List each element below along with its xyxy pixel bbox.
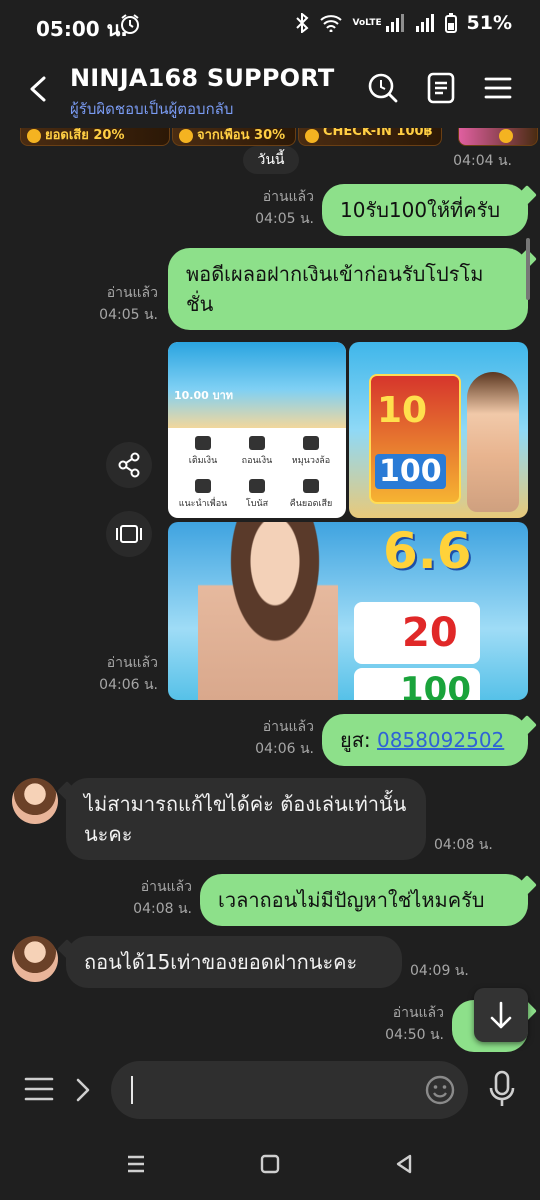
promo-box: 100 bbox=[354, 668, 480, 700]
battery-level: 51% bbox=[466, 12, 512, 34]
promo-banner[interactable]: จากเพื่อน 30% bbox=[172, 128, 296, 146]
outgoing-message[interactable]: พอดีเผลอฝากเงินเข้าก่อนรับโปรโมชั่น bbox=[168, 248, 528, 330]
search-icon[interactable] bbox=[365, 70, 401, 106]
scroll-down-button[interactable] bbox=[474, 988, 528, 1042]
chat-area[interactable]: ยอดเสีย 20% จากเพื่อน 30% CHECK-IN 100฿ … bbox=[0, 128, 540, 1052]
image-menu-item: โบนัส bbox=[230, 475, 284, 510]
read-receipt: อ่านแล้ว bbox=[106, 655, 158, 671]
model-figure bbox=[198, 522, 338, 700]
message-time: 04:04 น. bbox=[453, 153, 512, 169]
outgoing-message[interactable]: 10รับ100ให้ที่ครับ bbox=[322, 184, 528, 236]
home-icon[interactable] bbox=[258, 1152, 282, 1176]
message-time: 04:08 น. bbox=[133, 901, 192, 917]
share-button[interactable] bbox=[106, 442, 152, 488]
read-receipt: อ่านแล้ว bbox=[262, 719, 314, 735]
more-menu-icon[interactable] bbox=[24, 1076, 54, 1102]
share-icon bbox=[118, 452, 140, 478]
gallery-icon bbox=[116, 525, 142, 543]
message-time: 04:50 น. bbox=[385, 1027, 444, 1043]
status-bar: 05:00 น. VoLTE 51% bbox=[0, 0, 540, 50]
arrow-down-icon bbox=[490, 1001, 512, 1029]
read-receipt: อ่านแล้ว bbox=[392, 1005, 444, 1021]
read-receipt: อ่านแล้ว bbox=[140, 879, 192, 895]
promo-number: 100 bbox=[400, 670, 471, 700]
model-figure bbox=[467, 372, 519, 512]
message-prefix: ยูส: bbox=[340, 728, 378, 752]
promo-banner[interactable]: ยอดเสีย 20% bbox=[20, 128, 170, 146]
message-time: 04:05 น. bbox=[99, 307, 158, 323]
outgoing-message[interactable]: เวลาถอนไม่มีปัญหาใช่ไหมครับ bbox=[200, 874, 528, 926]
image-menu-item: ถอนเงิน bbox=[230, 432, 284, 467]
promo-banner-strip: ยอดเสีย 20% จากเพื่อน 30% CHECK-IN 100฿ bbox=[0, 128, 540, 146]
signal-icon bbox=[385, 14, 404, 32]
image-amount: 10.00 บาท bbox=[174, 389, 234, 402]
read-receipt: อ่านแล้ว bbox=[262, 189, 314, 205]
message-time: 04:08 น. bbox=[434, 837, 493, 853]
chat-header: NINJA168 SUPPORT ผู้รับผิดชอบเป็นผู้ตอบก… bbox=[0, 50, 540, 128]
date-separator: วันนี้ bbox=[243, 146, 299, 174]
promo-banner[interactable]: CHECK-IN 100฿ bbox=[298, 128, 442, 146]
promo-box: 20 bbox=[354, 602, 480, 664]
message-meta: อ่านแล้ว 04:50 น. bbox=[368, 1002, 444, 1046]
promo-number: 20 bbox=[402, 610, 458, 656]
message-time: 04:06 น. bbox=[99, 677, 158, 693]
message-meta: อ่านแล้ว 04:05 น. bbox=[82, 282, 158, 326]
back-icon[interactable] bbox=[392, 1152, 416, 1176]
message-meta: อ่านแล้ว 04:08 น. bbox=[116, 876, 192, 920]
message-meta: อ่านแล้ว 04:05 น. bbox=[238, 186, 314, 230]
bluetooth-icon bbox=[295, 13, 309, 33]
text-cursor bbox=[131, 1076, 133, 1104]
image-menu-item: คืนยอดเสีย bbox=[284, 475, 338, 510]
message-time: 04:05 น. bbox=[255, 211, 314, 227]
phone-link[interactable]: 0858092502 bbox=[377, 728, 504, 752]
battery-icon bbox=[444, 13, 457, 33]
notes-icon[interactable] bbox=[423, 70, 459, 106]
recent-apps-icon[interactable] bbox=[124, 1152, 148, 1176]
volte-indicator: VoLTE bbox=[352, 17, 382, 28]
chat-subtitle: ผู้รับผิดชอบเป็นผู้ตอบกลับ bbox=[70, 100, 234, 118]
message-input[interactable] bbox=[111, 1061, 468, 1119]
message-meta: อ่านแล้ว 04:06 น. bbox=[238, 716, 314, 760]
image-menu-grid: เติมเงิน ถอนเงิน หมุนวงล้อ แนะนำเพื่อน โ… bbox=[176, 432, 338, 510]
promo-banner[interactable] bbox=[458, 128, 538, 146]
mic-icon[interactable] bbox=[488, 1070, 516, 1108]
incoming-message[interactable]: ถอนได้15เท่าของยอดฝากนะคะ bbox=[66, 936, 402, 988]
menu-icon[interactable] bbox=[480, 70, 516, 106]
incoming-message[interactable]: ไม่สามารถแก้ไขได้ค่ะ ต้องเล่นเท่านั้นนะค… bbox=[66, 778, 426, 860]
image-menu-item: แนะนำเพื่อน bbox=[176, 475, 230, 510]
avatar[interactable] bbox=[12, 936, 58, 982]
chat-title: NINJA168 SUPPORT bbox=[70, 64, 335, 92]
promo-title: 6.6 bbox=[383, 522, 472, 580]
status-indicators: VoLTE 51% bbox=[295, 12, 512, 34]
avatar[interactable] bbox=[12, 778, 58, 824]
emoji-icon[interactable] bbox=[424, 1074, 456, 1106]
message-time: 04:09 น. bbox=[410, 963, 469, 979]
image-attachment[interactable]: 10 100 bbox=[349, 342, 528, 518]
message-input-bar bbox=[0, 1052, 540, 1128]
promo-number: 10 bbox=[377, 390, 428, 431]
status-time: 05:00 น. bbox=[36, 17, 128, 41]
image-header bbox=[168, 342, 346, 428]
gallery-button[interactable] bbox=[106, 511, 152, 557]
alarm-icon bbox=[121, 14, 139, 34]
message-meta: อ่านแล้ว 04:06 น. bbox=[82, 652, 158, 696]
back-arrow-icon[interactable] bbox=[26, 70, 54, 108]
image-attachment[interactable]: 10.00 บาท เติมเงิน ถอนเงิน หมุนวงล้อ แนะ… bbox=[168, 342, 346, 518]
outgoing-message[interactable]: ยูส: 0858092502 bbox=[322, 714, 528, 766]
message-time: 04:06 น. bbox=[255, 741, 314, 757]
image-menu-item: เติมเงิน bbox=[176, 432, 230, 467]
read-receipt: อ่านแล้ว bbox=[106, 285, 158, 301]
image-attachment[interactable]: 6.6 20 100 bbox=[168, 522, 528, 700]
promo-number: 100 bbox=[375, 454, 446, 489]
image-menu-item: หมุนวงล้อ bbox=[284, 432, 338, 467]
scrollbar[interactable] bbox=[526, 238, 530, 300]
signal-2-icon bbox=[415, 14, 434, 32]
system-nav-bar bbox=[0, 1128, 540, 1200]
wifi-icon bbox=[319, 15, 342, 32]
chevron-right-icon[interactable] bbox=[72, 1076, 94, 1104]
